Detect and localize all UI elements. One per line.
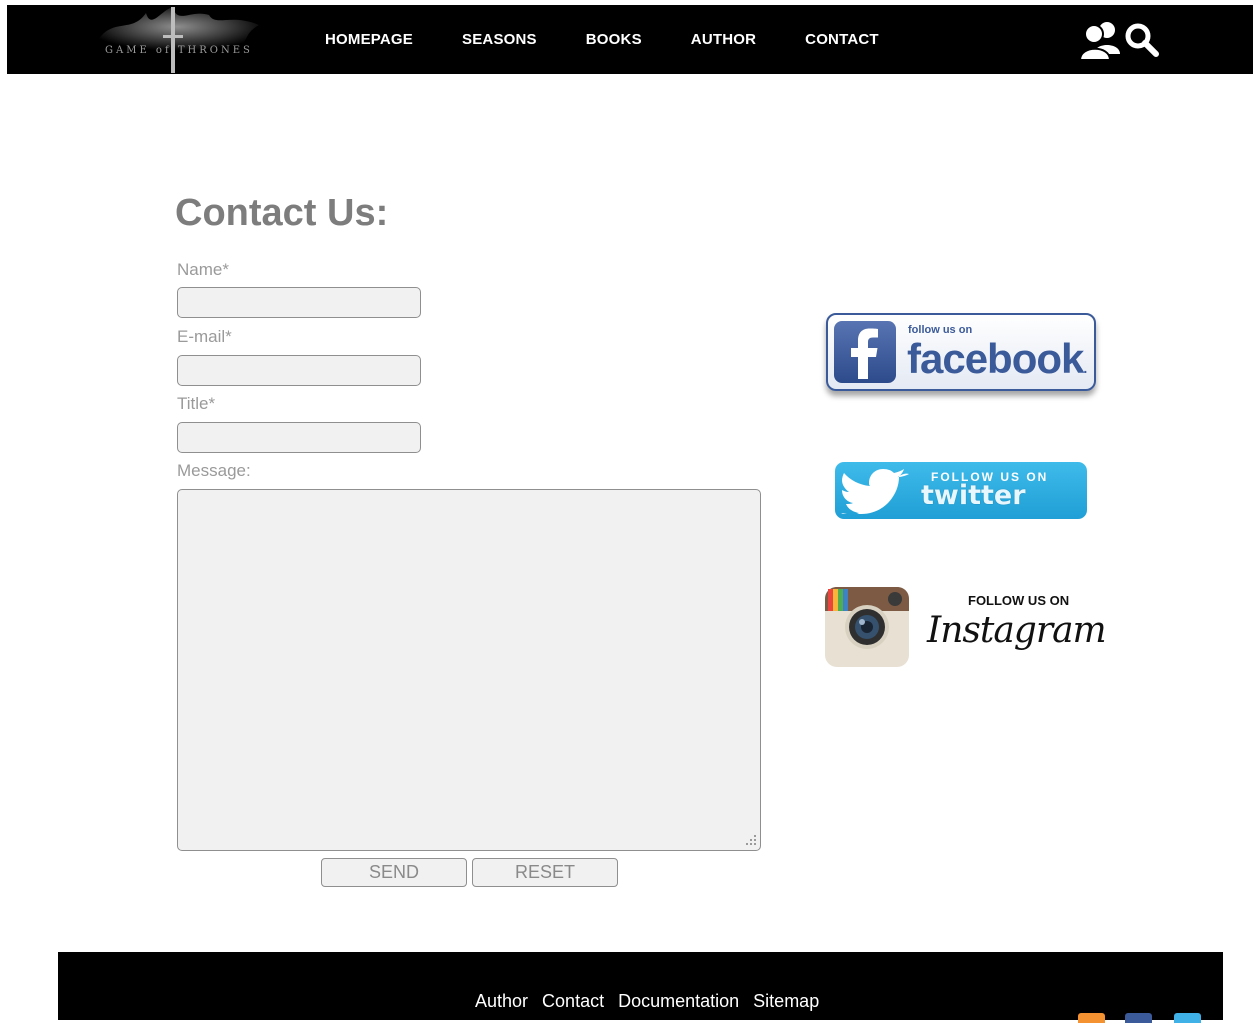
name-input[interactable] (177, 287, 421, 318)
email-input[interactable] (177, 355, 421, 386)
footer-link-sitemap[interactable]: Sitemap (753, 992, 819, 1010)
facebook-wordmark-dot: . (1083, 360, 1087, 376)
name-label: Name* (177, 260, 229, 279)
rss-icon[interactable] (1078, 1013, 1105, 1023)
twitter-icon[interactable] (1174, 1013, 1201, 1023)
follow-instagram-badge[interactable]: FOLLOW US ON Instagram (824, 586, 1107, 668)
footer-links: Author Contact Documentation Sitemap (475, 992, 833, 1010)
twitter-bird-icon (841, 469, 909, 514)
page-title: Contact Us: (175, 192, 389, 234)
nav-seasons[interactable]: SEASONS (462, 31, 537, 48)
footer-link-author[interactable]: Author (475, 992, 528, 1010)
nav-books[interactable]: BOOKS (586, 31, 642, 48)
send-button[interactable]: SEND (321, 858, 467, 887)
main-menu: HOMEPAGE SEASONS BOOKS AUTHOR CONTACT (325, 5, 928, 74)
game-of-thrones-logo[interactable]: GAME of THRONES (91, 5, 261, 74)
title-input[interactable] (177, 422, 421, 453)
header-icons (1080, 19, 1160, 61)
instagram-follow-text: FOLLOW US ON (968, 593, 1070, 608)
twitter-wordmark: twitter (921, 480, 1026, 511)
nav-author[interactable]: AUTHOR (691, 31, 756, 48)
nav-homepage[interactable]: HOMEPAGE (325, 31, 413, 48)
title-label: Title* (177, 394, 216, 413)
message-textarea[interactable] (177, 489, 761, 851)
logo-artwork-icon (95, 7, 259, 73)
resize-grip-icon[interactable] (745, 834, 757, 846)
email-label: E-mail* (177, 327, 232, 346)
instagram-wordmark: Instagram (927, 610, 1107, 651)
instagram-camera-icon (825, 587, 909, 667)
facebook-wordmark: facebook (907, 335, 1084, 382)
follow-twitter-badge[interactable]: FOLLOW US ON twitter (835, 462, 1087, 519)
facebook-brand-text: facebook. (907, 335, 1087, 383)
footer-link-documentation[interactable]: Documentation (618, 992, 739, 1010)
users-icon[interactable] (1080, 20, 1124, 60)
nav-contact[interactable]: CONTACT (805, 31, 879, 48)
follow-facebook-badge[interactable]: follow us on facebook. (826, 313, 1096, 391)
message-label: Message: (177, 461, 251, 480)
page-footer: Author Contact Documentation Sitemap (58, 952, 1223, 1023)
reset-button[interactable]: RESET (472, 858, 618, 887)
footer-link-contact[interactable]: Contact (542, 992, 604, 1010)
search-icon[interactable] (1124, 22, 1160, 58)
facebook-icon[interactable] (1125, 1013, 1152, 1023)
logo-text: GAME of THRONES (105, 45, 253, 56)
top-navigation-bar: GAME of THRONES HOMEPAGE SEASONS BOOKS A… (7, 5, 1253, 74)
facebook-logo-icon (834, 321, 896, 383)
